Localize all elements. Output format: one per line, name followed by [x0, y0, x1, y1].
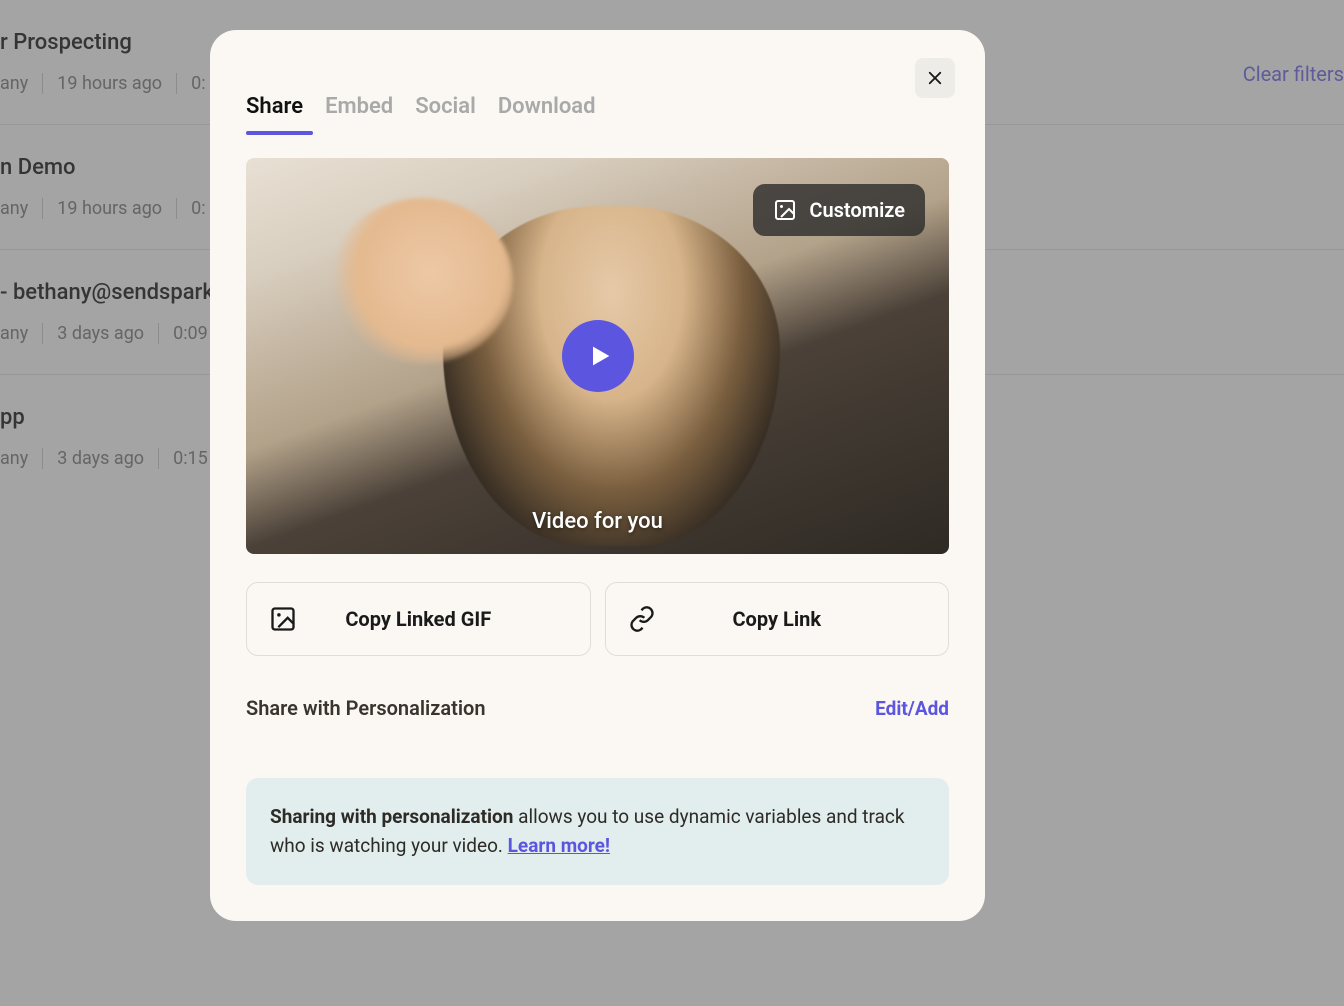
learn-more-link[interactable]: Learn more!	[508, 834, 610, 857]
image-icon	[773, 198, 797, 222]
copy-link-button[interactable]: Copy Link	[605, 582, 950, 656]
close-icon	[926, 69, 944, 87]
copy-linked-gif-button[interactable]: Copy Linked GIF	[246, 582, 591, 656]
copy-link-label: Copy Link	[606, 607, 949, 631]
edit-add-link[interactable]: Edit/Add	[875, 697, 949, 720]
play-button[interactable]	[562, 320, 634, 392]
customize-label: Customize	[809, 198, 905, 222]
video-thumbnail[interactable]: Customize Video for you	[246, 158, 949, 554]
play-icon	[586, 342, 614, 370]
personalization-info-box: Sharing with personalization allows you …	[246, 778, 949, 885]
link-icon	[628, 605, 656, 633]
info-bold: Sharing with personalization	[270, 805, 513, 828]
personalization-section-title: Share with Personalization	[246, 696, 486, 720]
image-icon	[269, 605, 297, 633]
share-modal: Share Embed Social Download Customize Vi…	[210, 30, 985, 921]
customize-button[interactable]: Customize	[753, 184, 925, 236]
tab-embed[interactable]: Embed	[325, 94, 393, 133]
copy-gif-label: Copy Linked GIF	[247, 607, 590, 631]
close-button[interactable]	[915, 58, 955, 98]
tab-social[interactable]: Social	[415, 94, 476, 133]
tab-share[interactable]: Share	[246, 94, 303, 133]
modal-tabs: Share Embed Social Download	[246, 94, 949, 134]
video-caption: Video for you	[246, 509, 949, 534]
tab-download[interactable]: Download	[498, 94, 596, 133]
